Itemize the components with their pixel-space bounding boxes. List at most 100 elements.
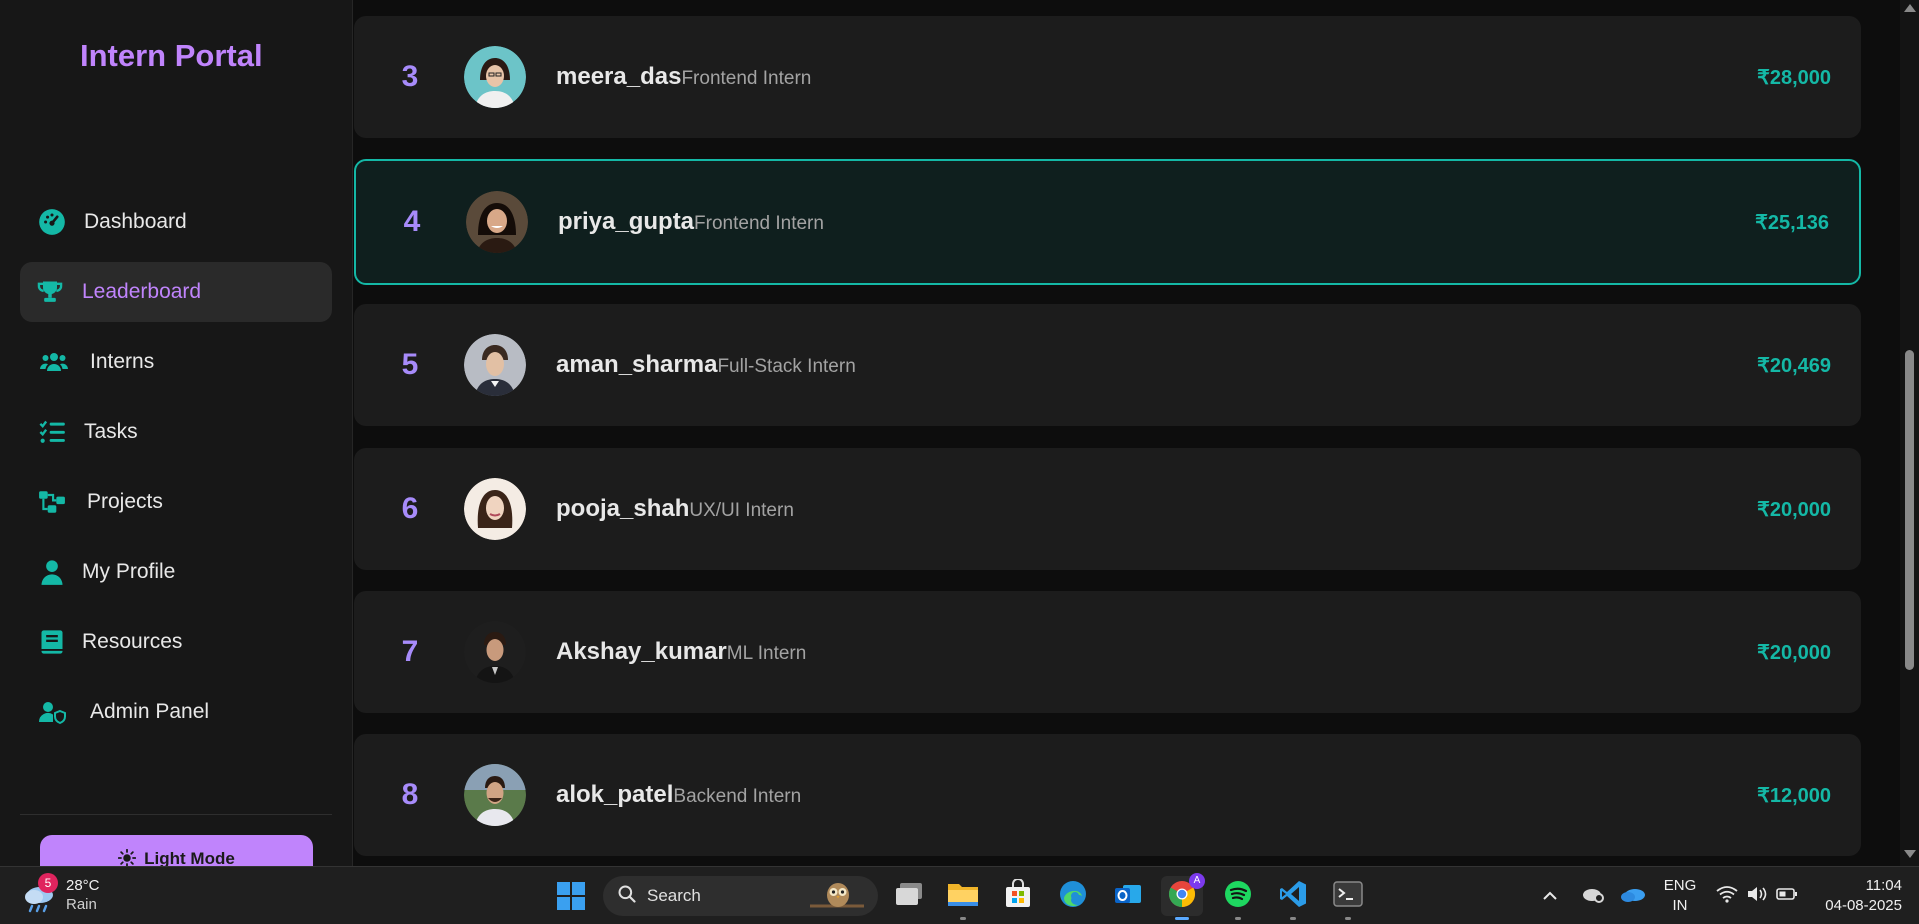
rank-number: 3	[401, 60, 419, 93]
spotify-button[interactable]	[1217, 876, 1259, 920]
light-mode-button[interactable]: Light Mode	[40, 835, 313, 866]
file-explorer-button[interactable]	[942, 876, 984, 920]
sidebar-item-leaderboard[interactable]: Leaderboard	[20, 262, 332, 322]
intern-username: aman_sharma	[556, 351, 718, 378]
taskbar-search[interactable]: Search	[603, 876, 878, 916]
avatar	[464, 334, 526, 396]
system-clock[interactable]: 11:04 04-08-2025	[1816, 876, 1902, 916]
windows-taskbar: 5 28°C Rain Search A ENG IN 11:04 04-08-20…	[0, 866, 1919, 924]
leaderboard-list: 3 meera_das Frontend Intern ₹28,000 4 pri…	[354, 0, 1900, 866]
language-code: ENG	[1663, 877, 1697, 894]
light-mode-label: Light Mode	[144, 849, 235, 866]
page-scrollbar[interactable]	[1900, 0, 1919, 866]
microsoft-store-button[interactable]	[997, 876, 1039, 916]
scroll-up-arrow-icon[interactable]	[1904, 4, 1916, 12]
battery-icon	[1776, 887, 1798, 905]
sidebar-item-my-profile[interactable]: My Profile	[20, 542, 332, 602]
clock-date: 04-08-2025	[1825, 897, 1902, 914]
avatar	[466, 191, 528, 253]
intern-username: meera_das	[556, 63, 682, 90]
intern-role: Backend Intern	[673, 786, 802, 807]
task-view-button[interactable]	[888, 876, 930, 916]
show-hidden-icons-button[interactable]	[1542, 867, 1558, 924]
weather-condition: Rain	[66, 896, 97, 913]
leaderboard-row[interactable]: 7 Akshay_kumar ML Intern ₹20,000	[354, 591, 1861, 713]
sidebar-item-admin-panel[interactable]: Admin Panel	[20, 682, 332, 742]
sidebar-divider	[20, 814, 332, 815]
onedrive-icon	[1620, 885, 1646, 907]
sidebar-item-label: Admin Panel	[90, 700, 210, 723]
spotify-icon	[1223, 879, 1253, 914]
outlook-button[interactable]	[1107, 876, 1149, 916]
sidebar-item-label: Interns	[90, 350, 155, 373]
terminal-button[interactable]	[1327, 876, 1369, 920]
intern-role: Frontend Intern	[694, 213, 824, 234]
leaderboard-row-current-user[interactable]: 4 priya_gupta Frontend Intern ₹25,136	[354, 159, 1861, 285]
intern-role: UX/UI Intern	[689, 500, 794, 521]
scroll-down-arrow-icon[interactable]	[1904, 850, 1916, 858]
brand-title: Intern Portal	[80, 38, 263, 73]
running-indicator	[1290, 917, 1296, 920]
rank-number: 8	[401, 778, 419, 811]
sidebar-item-dashboard[interactable]: Dashboard	[20, 192, 332, 252]
running-indicator	[1345, 917, 1351, 920]
cloud-gear-icon	[1581, 884, 1605, 908]
sidebar-item-label: Tasks	[84, 420, 138, 443]
running-indicator	[960, 917, 966, 920]
sidebar-item-resources[interactable]: Resources	[20, 612, 332, 672]
running-indicator	[1235, 917, 1241, 920]
intern-username: Akshay_kumar	[556, 638, 727, 665]
outlook-icon	[1113, 879, 1143, 914]
leaderboard-row[interactable]: 6 pooja_shah UX/UI Intern ₹20,000	[354, 448, 1861, 570]
weather-widget[interactable]: 5 28°C Rain	[22, 873, 100, 915]
chevron-up-icon	[1542, 888, 1558, 905]
onedrive-tray[interactable]	[1620, 867, 1646, 924]
users-icon	[38, 346, 70, 378]
stipend-amount: ₹20,000	[1757, 641, 1831, 664]
leaderboard-row[interactable]: 5 aman_sharma Full-Stack Intern ₹20,469	[354, 304, 1861, 426]
avatar	[464, 764, 526, 826]
edge-browser-button[interactable]	[1052, 876, 1094, 916]
user-icon	[36, 556, 68, 588]
region-code: IN	[1672, 897, 1688, 914]
vscode-button[interactable]	[1272, 876, 1314, 920]
terminal-icon	[1333, 880, 1363, 913]
windows-start-icon[interactable]	[556, 881, 586, 911]
intern-role: ML Intern	[726, 643, 807, 664]
stipend-amount: ₹20,000	[1757, 498, 1831, 521]
stipend-amount: ₹28,000	[1757, 66, 1831, 89]
weather-temperature: 28°C	[66, 877, 100, 894]
gauge-icon	[36, 206, 68, 238]
wifi-icon	[1716, 885, 1738, 907]
book-icon	[36, 626, 68, 658]
leaderboard-row[interactable]: 3 meera_das Frontend Intern ₹28,000	[354, 16, 1861, 138]
rank-number: 5	[401, 348, 419, 381]
leaderboard-row[interactable]: 8 alok_patel Backend Intern ₹12,000	[354, 734, 1861, 856]
avatar	[464, 621, 526, 683]
store-bag-icon	[1003, 877, 1033, 914]
volume-icon	[1746, 885, 1768, 907]
stipend-amount: ₹12,000	[1757, 784, 1831, 807]
sidebar: Intern Portal Dashboard Leaderboard Inte…	[0, 0, 353, 866]
scrollbar-thumb[interactable]	[1905, 350, 1914, 670]
language-indicator[interactable]: ENG IN	[1662, 876, 1698, 916]
sidebar-item-label: Dashboard	[84, 210, 187, 233]
sidebar-item-interns[interactable]: Interns	[20, 332, 332, 392]
clock-time: 11:04	[1865, 877, 1902, 894]
search-placeholder: Search	[647, 886, 701, 905]
list-check-icon	[36, 416, 68, 448]
rank-number: 6	[401, 492, 419, 525]
diagram-icon	[36, 486, 68, 518]
folder-icon	[947, 880, 979, 913]
user-shield-icon	[36, 696, 68, 728]
chrome-button[interactable]: A	[1161, 872, 1205, 920]
search-icon	[617, 884, 637, 909]
intern-username: priya_gupta	[558, 208, 695, 235]
network-volume-battery-tray[interactable]	[1716, 867, 1798, 924]
stipend-amount: ₹25,136	[1755, 211, 1829, 234]
sidebar-item-tasks[interactable]: Tasks	[20, 402, 332, 462]
sun-icon	[118, 848, 137, 866]
cloud-sync-tray[interactable]	[1581, 867, 1605, 924]
running-indicator	[1175, 917, 1189, 920]
sidebar-item-projects[interactable]: Projects	[20, 472, 332, 532]
